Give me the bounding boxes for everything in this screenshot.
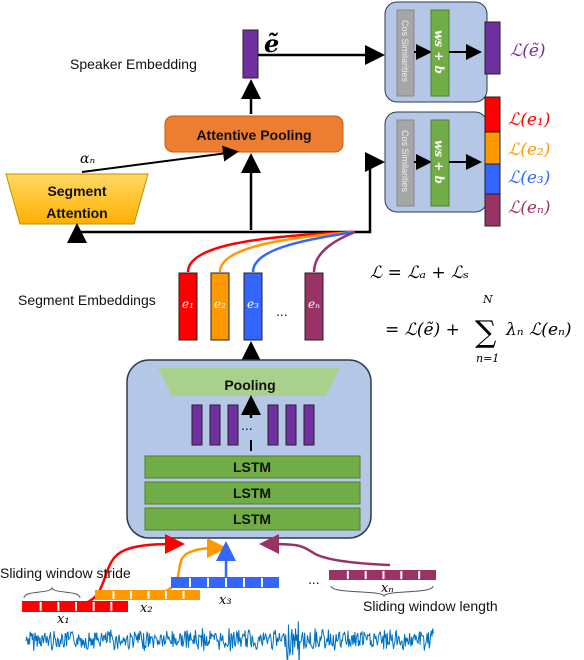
window-label-3: x₃: [219, 593, 232, 608]
frames-ellipsis: ...: [241, 417, 253, 433]
loss-en: ℒ(eₙ): [508, 198, 550, 218]
loss-e1: ℒ(e₁): [508, 110, 550, 130]
lstm-label: LSTM: [233, 459, 271, 475]
stride-brace: [23, 586, 81, 599]
segment-embedding-label: e₁: [182, 297, 194, 311]
segment-embeddings-label: Segment Embeddings: [18, 292, 156, 308]
formula-sum-bottom: n=1: [476, 352, 499, 365]
loss-bar-n: [484, 193, 501, 227]
segment-attention-line1: Segment: [47, 183, 106, 199]
formula-line2-left: = ℒ(ẽ) +: [385, 320, 460, 340]
attentive-pooling-label: Attentive Pooling: [196, 127, 311, 143]
segment-embedding-label: e₃: [247, 297, 259, 311]
embeddings-ellipsis: ...: [276, 303, 288, 319]
loss-formula: ℒ = ℒₐ + ℒₛ = ℒ(ẽ) + ∑ N n=1 λₙ ℒ(eₙ): [370, 263, 572, 365]
classifier-top: Cos Similarities ws + b: [384, 1, 488, 103]
linear-label: ws + b: [432, 140, 446, 184]
linear-label: ws + b: [432, 30, 446, 74]
alpha-label: αₙ: [80, 151, 95, 167]
window-label-n: xₙ: [381, 581, 394, 596]
sliding-stride-label: Sliding window stride: [0, 565, 131, 581]
speaker-output-bar: [484, 21, 501, 75]
sliding-length-label: Sliding window length: [363, 598, 498, 614]
window-label-2: x₂: [140, 601, 153, 616]
loss-speaker: ℒ(ẽ): [510, 41, 546, 61]
loss-bar-1: [484, 96, 501, 133]
loss-e3: ℒ(e₃): [508, 168, 550, 188]
loss-bar-2: [484, 131, 501, 165]
frame-output-bar: [191, 404, 203, 446]
classifier-bottom: Cos Similarities ws + b: [384, 111, 488, 213]
cos-similarities-label: Cos Similarities: [400, 20, 410, 83]
frame-output-bar: [303, 404, 315, 446]
loss-bar-3: [484, 163, 501, 195]
arrow-to-classifier-bottom: [355, 152, 385, 234]
frame-output-bar: [267, 404, 279, 446]
frame-output-bar: [285, 404, 297, 446]
cos-similarities-label: Cos Similarities: [400, 130, 410, 193]
segment-embedding-label: e₂: [214, 297, 226, 311]
diagram: Speaker Embedding ẽ Cos Similarities ws …: [0, 1, 572, 660]
frame-output-bar: [227, 404, 239, 446]
formula-line2-right: λₙ ℒ(eₙ): [505, 320, 572, 340]
windows-ellipsis: ...: [308, 571, 320, 587]
speaker-embedding-label: Speaker Embedding: [70, 56, 197, 72]
speaker-embedding-symbol: ẽ: [264, 29, 279, 58]
pooling-label: Pooling: [224, 377, 275, 393]
formula-sum: ∑: [475, 315, 497, 350]
loss-e2: ℒ(e₂): [508, 140, 550, 160]
frame-output-bar: [209, 404, 221, 446]
audio-waveform: [25, 621, 434, 660]
segment-attention-line2: Attention: [46, 205, 107, 221]
window-label-1: x₁: [57, 612, 70, 627]
formula-line1: ℒ = ℒₐ + ℒₛ: [370, 263, 469, 283]
arrow-to-segment-attention: [67, 223, 355, 243]
lstm-label: LSTM: [233, 485, 271, 501]
speaker-embedding-bar: [242, 29, 259, 79]
lstm-label: LSTM: [233, 511, 271, 527]
arrow-attention-weights: [81, 145, 239, 173]
formula-sum-top: N: [482, 293, 493, 306]
segment-embedding-label: eₙ: [308, 297, 320, 311]
